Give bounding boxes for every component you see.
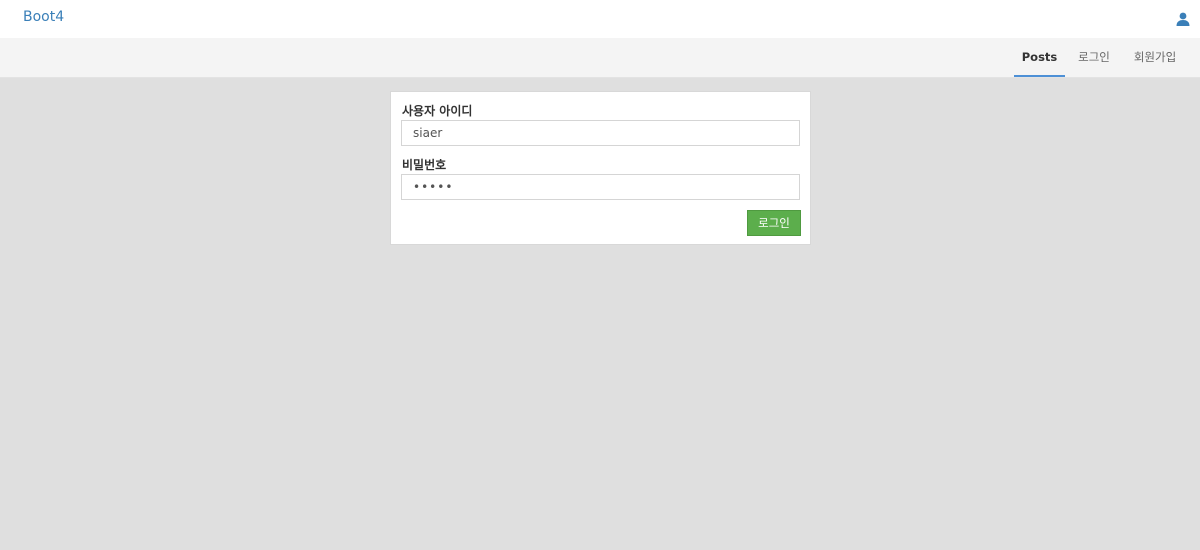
- password-input[interactable]: [401, 174, 800, 200]
- login-card: 사용자 아이디 비밀번호 로그인: [390, 91, 811, 245]
- brand-link[interactable]: Boot4: [23, 9, 64, 25]
- password-label: 비밀번호: [402, 158, 447, 172]
- username-input[interactable]: [401, 120, 800, 146]
- login-button[interactable]: 로그인: [747, 210, 801, 236]
- navbar: Posts 로그인 회원가입: [0, 38, 1200, 78]
- nav-posts[interactable]: Posts: [1014, 38, 1065, 77]
- user-icon[interactable]: [1175, 11, 1191, 27]
- top-header: Boot4: [0, 0, 1200, 38]
- nav-login[interactable]: 로그인: [1070, 38, 1118, 77]
- username-label: 사용자 아이디: [402, 104, 473, 118]
- nav-signup[interactable]: 회원가입: [1124, 38, 1186, 77]
